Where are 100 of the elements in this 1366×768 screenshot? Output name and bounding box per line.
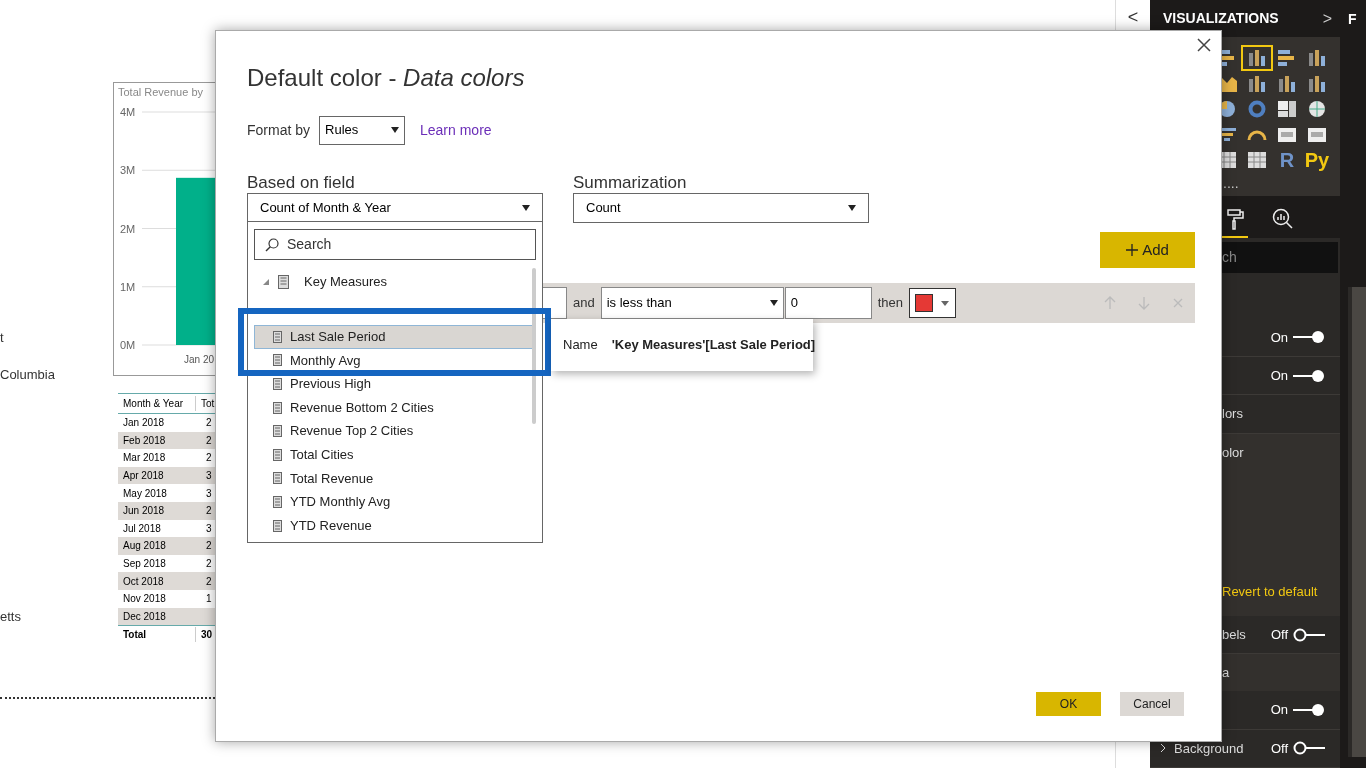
table-cell-text: Mar 2018 bbox=[122, 451, 167, 466]
calculator-icon bbox=[273, 401, 282, 414]
tooltip-value: 'Key Measures'[Last Sale Period] bbox=[611, 336, 816, 355]
operator-select[interactable]: is less than bbox=[600, 287, 784, 319]
chart-title: Total Revenue by bbox=[118, 85, 203, 100]
calculator-icon bbox=[273, 378, 282, 390]
calculator-icon bbox=[273, 330, 282, 343]
table-cell-text: 2 bbox=[205, 504, 212, 519]
x-tick-label: Jan 20 bbox=[184, 354, 215, 365]
y-tick-label: 4M bbox=[120, 106, 136, 118]
table-cell-text: Jul 2018 bbox=[122, 521, 162, 536]
column-header: Month & Year bbox=[118, 396, 196, 411]
toggle-switch[interactable] bbox=[1292, 627, 1326, 642]
toggle-state: On bbox=[1270, 701, 1288, 720]
table-cell-text: 3 bbox=[205, 521, 212, 536]
chevron-icon[interactable] bbox=[1160, 743, 1166, 754]
caret-icon bbox=[769, 300, 778, 306]
toggle-switch[interactable] bbox=[1292, 741, 1326, 756]
toggle-state: Off bbox=[1270, 739, 1288, 758]
format-by-label: Format by bbox=[247, 120, 310, 140]
toggle-state: On bbox=[1270, 328, 1288, 347]
field-list-item[interactable]: Revenue Top 2 Cities bbox=[254, 419, 536, 443]
table-cell-text: Dec 2018 bbox=[122, 609, 167, 624]
table-cell-text: 3 bbox=[205, 469, 212, 484]
based-on-label: Based on field bbox=[247, 172, 356, 193]
field-list-item[interactable]: Previous High bbox=[254, 372, 536, 396]
expand-button[interactable]: > bbox=[1322, 6, 1332, 31]
toggle-switch[interactable] bbox=[1292, 368, 1326, 383]
table-total-cell: Total bbox=[118, 627, 196, 643]
learn-more-link[interactable]: Learn more bbox=[420, 119, 492, 141]
revert-link[interactable]: Revert to default bbox=[1222, 582, 1318, 602]
search-field[interactable]: Search bbox=[254, 229, 536, 260]
section-header[interactable]: lors bbox=[1222, 404, 1243, 424]
collapse-button[interactable]: < bbox=[1127, 8, 1139, 26]
expand-triangle-icon[interactable] bbox=[263, 278, 269, 285]
add-button[interactable]: Add bbox=[1100, 232, 1195, 268]
summarization-label: Summarization bbox=[573, 172, 688, 193]
table-cell-text: Jun 2018 bbox=[122, 504, 166, 519]
y-tick-label: 0M bbox=[120, 339, 136, 351]
tooltip-label: Name bbox=[563, 336, 598, 355]
field-list-item[interactable]: Revenue Bottom 2 Cities bbox=[254, 395, 536, 420]
table-cell-text: Aug 2018 bbox=[122, 539, 167, 554]
joiner-label: and bbox=[573, 294, 595, 313]
ok-button[interactable]: OK bbox=[1036, 692, 1101, 716]
caret-icon bbox=[848, 205, 856, 211]
table-cell-text: 2 bbox=[205, 433, 212, 448]
setting-label: Background bbox=[1174, 739, 1244, 758]
table-cell-text: Oct 2018 bbox=[122, 574, 165, 589]
dialog-title: Default color - Data colors bbox=[247, 63, 526, 93]
plus-icon bbox=[1126, 244, 1139, 256]
then-label: then bbox=[877, 294, 903, 313]
setting-label: bels bbox=[1222, 625, 1246, 644]
paint-roller-icon bbox=[1226, 208, 1244, 231]
field-list-item[interactable]: Total Revenue bbox=[254, 466, 536, 491]
map-label: t bbox=[0, 329, 4, 347]
summarization-select[interactable]: Count bbox=[573, 193, 869, 223]
field-list-item[interactable]: YTD Revenue bbox=[254, 513, 536, 538]
visual-type-button[interactable]: R bbox=[1273, 149, 1301, 172]
fields-pane-title: F bbox=[1348, 9, 1358, 29]
table-cell-text: 3 bbox=[205, 486, 212, 501]
group-label[interactable]: Key Measures bbox=[304, 271, 388, 292]
caret-icon bbox=[391, 127, 399, 133]
calculator-icon bbox=[273, 425, 282, 438]
table-cell-text: 2 bbox=[205, 539, 212, 554]
visual-type-button[interactable]: Py bbox=[1303, 149, 1331, 172]
table-cell-text: Jan 2018 bbox=[122, 416, 166, 431]
value-field[interactable]: 0 bbox=[784, 287, 872, 319]
cancel-button[interactable]: Cancel bbox=[1120, 692, 1184, 716]
close-icon bbox=[1197, 38, 1211, 52]
pane-title: VISUALIZATIONS bbox=[1163, 9, 1279, 29]
toggle-switch[interactable] bbox=[1292, 330, 1326, 345]
caret-icon bbox=[522, 205, 530, 211]
calculator-icon bbox=[273, 354, 282, 367]
format-by-select[interactable]: Rules bbox=[319, 115, 405, 145]
field-list-item[interactable]: YTD Monthly Avg bbox=[254, 490, 536, 514]
close-button[interactable] bbox=[1197, 37, 1213, 53]
search-icon bbox=[265, 237, 279, 252]
calculator-icon bbox=[273, 519, 282, 532]
toggle-switch[interactable] bbox=[1292, 703, 1326, 718]
field-list-item[interactable]: Total Cities bbox=[254, 442, 536, 467]
magnifier-chart-icon bbox=[1272, 208, 1294, 231]
column-header: Tot bbox=[200, 397, 216, 411]
field-list-item[interactable]: Monthly Avg bbox=[254, 348, 536, 373]
table-cell-text: 2 bbox=[205, 574, 212, 589]
calculator-icon bbox=[273, 495, 282, 508]
table-cell-text: 2 bbox=[205, 557, 212, 572]
more-visuals[interactable]: .... bbox=[1223, 176, 1239, 191]
calculator-icon bbox=[278, 274, 289, 289]
search-field[interactable]: ch bbox=[1222, 242, 1338, 274]
table-cell-text: Feb 2018 bbox=[122, 433, 167, 448]
table-cell-text: 1 bbox=[205, 592, 212, 607]
table-total-cell-text: 30 bbox=[200, 628, 214, 643]
y-tick-label: 2M bbox=[120, 222, 136, 235]
toggle-state: Off bbox=[1270, 625, 1288, 644]
setting-label: a bbox=[1222, 664, 1230, 683]
table-cell-text: Sep 2018 bbox=[122, 557, 167, 572]
visual-type-button[interactable] bbox=[1243, 47, 1271, 70]
map-label: etts bbox=[0, 608, 21, 626]
color-picker[interactable] bbox=[909, 288, 956, 318]
caret-icon bbox=[941, 300, 949, 306]
